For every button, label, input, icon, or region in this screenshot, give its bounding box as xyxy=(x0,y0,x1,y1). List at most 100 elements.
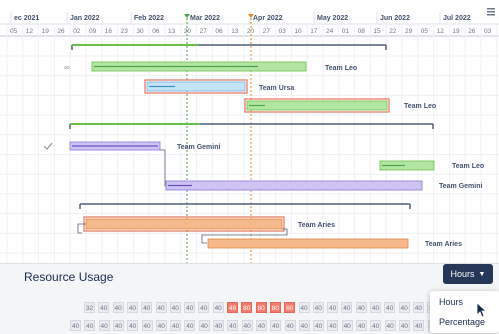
day-label: 08 xyxy=(358,28,366,35)
resource-usage-title: Resource Usage xyxy=(24,270,114,284)
resource-cell: 40 xyxy=(384,320,396,331)
team-label-gemini-1: Team Gemini xyxy=(177,144,220,151)
dropdown-option-percentage[interactable]: Percentage xyxy=(439,317,485,327)
hours-dropdown-button[interactable]: Hours ▼ xyxy=(443,264,493,284)
resource-cell: 40 xyxy=(184,320,196,331)
hours-button-label: Hours xyxy=(450,269,475,279)
resource-cell: 40 xyxy=(284,320,296,331)
svg-text:∞: ∞ xyxy=(64,63,70,72)
resource-cell: 48 xyxy=(227,302,238,313)
day-label: 03 xyxy=(484,28,492,35)
month-label: Mar 2022 xyxy=(190,15,220,22)
month-label: Apr 2022 xyxy=(253,15,283,22)
resource-cell: 40 xyxy=(313,320,325,331)
resource-cell: 40 xyxy=(255,320,267,331)
resource-cell: 40 xyxy=(98,320,110,331)
day-label: 16 xyxy=(105,28,113,35)
resource-cell: 40 xyxy=(198,320,210,331)
day-label: 03 xyxy=(279,28,287,35)
resource-cell: 40 xyxy=(370,320,382,331)
resource-cell: 40 xyxy=(98,302,110,313)
team-label-leo-2: Team Leo xyxy=(404,103,436,110)
chevron-down-icon: ▼ xyxy=(478,270,486,278)
day-label: 22 xyxy=(389,28,397,35)
day-label: 27 xyxy=(200,28,208,35)
day-label: 01 xyxy=(342,28,350,35)
resource-cell: 40 xyxy=(112,320,124,331)
resource-cell: 40 xyxy=(341,302,353,313)
resource-cell: 60 xyxy=(284,302,296,313)
team-label-aries-2: Team Aries xyxy=(425,241,462,248)
resource-cell: 40 xyxy=(370,302,381,313)
resource-cell: 40 xyxy=(169,302,181,313)
day-label: 12 xyxy=(437,28,445,35)
summary-bar-3[interactable] xyxy=(79,203,411,209)
resource-cell: 40 xyxy=(327,320,339,331)
day-label: 27 xyxy=(263,28,271,35)
resource-cell: 40 xyxy=(413,320,425,331)
resource-cell: 40 xyxy=(241,320,253,331)
resource-cell: 40 xyxy=(184,302,196,313)
resource-cell: 40 xyxy=(213,320,224,331)
resource-cell: 40 xyxy=(141,302,153,313)
resource-cell: 40 xyxy=(270,320,282,331)
resource-cell: 40 xyxy=(127,320,139,331)
resource-cell: 40 xyxy=(155,320,167,331)
resource-cell: 32 xyxy=(84,302,95,313)
day-label: 15 xyxy=(373,28,381,35)
resource-cell: 40 xyxy=(298,320,310,331)
team-label-leo-1: Team Leo xyxy=(325,65,357,72)
day-label: 05 xyxy=(10,28,18,35)
day-label: 19 xyxy=(42,28,50,35)
team-label-gemini-2: Team Gemini xyxy=(439,183,482,190)
cursor-icon xyxy=(476,302,488,318)
resource-cell: 40 xyxy=(141,320,153,331)
day-label: 17 xyxy=(310,28,318,35)
resource-cell: 40 xyxy=(412,302,424,313)
resource-cell: 40 xyxy=(155,302,167,313)
day-label: 09 xyxy=(89,28,97,35)
resource-cell: 40 xyxy=(384,302,396,313)
day-label: 23 xyxy=(121,28,129,35)
day-label: 12 xyxy=(26,28,34,35)
resource-cell: 80 xyxy=(255,302,267,313)
resource-cell: 40 xyxy=(212,302,224,313)
list-icon[interactable] xyxy=(487,8,495,16)
resource-cell: 40 xyxy=(198,302,210,313)
day-label: 10 xyxy=(294,28,302,35)
resource-cell: 40 xyxy=(355,302,367,313)
day-label: 19 xyxy=(452,28,460,35)
team-label-aries-1: Team Aries xyxy=(298,222,335,229)
task-bar-leo-2[interactable] xyxy=(246,100,388,111)
resource-cell: 80 xyxy=(241,302,253,313)
resource-cell: 40 xyxy=(341,320,353,331)
dropdown-option-hours[interactable]: Hours xyxy=(439,297,463,307)
task-bar-aries-1[interactable] xyxy=(85,218,283,230)
task-bar-aries-2[interactable] xyxy=(207,238,409,249)
check-icon xyxy=(43,142,53,150)
month-label: Jun 2022 xyxy=(380,15,410,22)
month-label: ec 2021 xyxy=(14,15,39,22)
month-label: Jan 2022 xyxy=(70,15,100,22)
resource-cell: 40 xyxy=(356,320,367,331)
resource-cell: 40 xyxy=(126,302,138,313)
resource-cell: 80 xyxy=(269,302,281,313)
day-label: 30 xyxy=(136,28,144,35)
day-label: 06 xyxy=(152,28,160,35)
task-bar-gemini-2[interactable] xyxy=(165,180,423,191)
day-label: 02 xyxy=(73,28,81,35)
resource-cell: 40 xyxy=(398,302,410,313)
resource-row-2: 40 40 40 40 40 40 40 40 40 40 40 40 40 40 40 40 40 40 40 40… xyxy=(0,320,499,334)
day-label: 13 xyxy=(168,28,176,35)
resource-cell: 40 xyxy=(312,302,324,313)
day-label: 26 xyxy=(468,28,476,35)
day-label: 05 xyxy=(421,28,429,35)
day-label: 29 xyxy=(405,28,413,35)
day-label: 06 xyxy=(215,28,223,35)
link-icon[interactable]: ∞ xyxy=(64,63,70,72)
resource-cell: 40 xyxy=(70,320,81,331)
month-label: Feb 2022 xyxy=(134,15,164,22)
day-label: 20 xyxy=(184,28,192,35)
dependency-line-2 xyxy=(77,223,86,234)
resource-cell: 40 xyxy=(298,302,310,313)
